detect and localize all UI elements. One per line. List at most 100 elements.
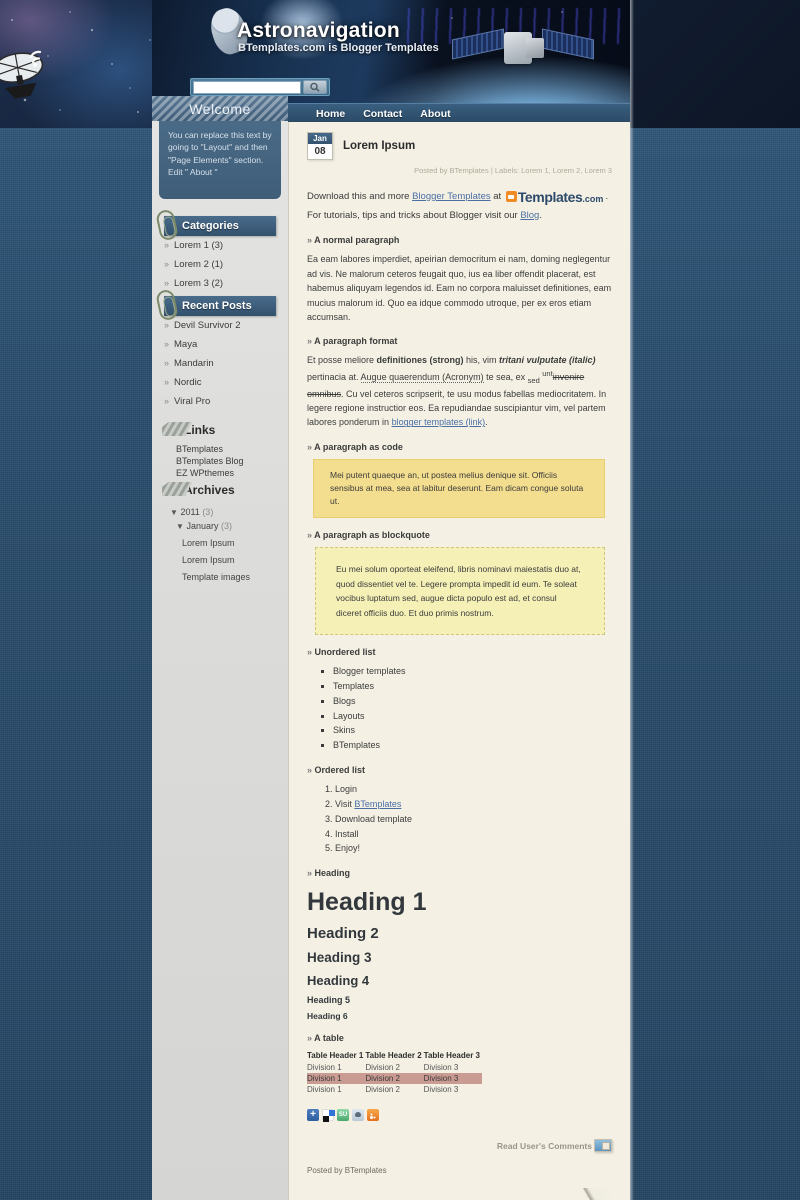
- unordered-list: Blogger templates Templates Blogs Layout…: [307, 664, 612, 753]
- nav-item-contact[interactable]: Contact: [363, 108, 402, 120]
- list-item[interactable]: Mandarin: [152, 354, 288, 373]
- nav-link-contact[interactable]: Contact: [363, 108, 402, 120]
- nav-link-about[interactable]: About: [420, 108, 450, 120]
- list-item: Visit BTemplates: [335, 797, 612, 812]
- post-divider: [289, 1187, 630, 1200]
- intro-pre: Download this and more: [307, 191, 413, 202]
- pf-t3: pertinacia at.: [307, 371, 361, 382]
- list-item[interactable]: EZ WPthemes: [166, 467, 288, 479]
- table-row: Division 1 Division 2 Division 3: [307, 1084, 482, 1095]
- archive-year[interactable]: ▼ 2011 (3): [160, 505, 288, 519]
- pf-t4: te sea, ex: [483, 371, 528, 382]
- list-item[interactable]: BTemplates Blog: [166, 455, 288, 467]
- widget-links: Links BTemplates BTemplates Blog EZ WPth…: [152, 421, 288, 479]
- archive-month-label: January: [186, 521, 219, 531]
- superscript-text: unt: [542, 368, 553, 378]
- site-header: Astronavigation BTemplates.com is Blogge…: [152, 0, 630, 105]
- list-item[interactable]: Viral Pro: [152, 392, 288, 411]
- links-list: BTemplates BTemplates Blog EZ WPthemes: [166, 443, 288, 479]
- post-title[interactable]: Lorem Ipsum: [343, 140, 415, 152]
- list-item: Templates: [333, 679, 612, 694]
- btemplates-ordered-link[interactable]: BTemplates: [354, 799, 401, 809]
- ordered-item-text: Visit: [335, 798, 355, 809]
- blogger-templates-link[interactable]: Blogger Templates: [412, 191, 491, 202]
- widget-archives: Archives ▼ 2011 (3) ▼ January (3) Lorem …: [152, 481, 288, 584]
- demo-heading-3: Heading 3: [307, 950, 372, 966]
- page-right-edge: [630, 0, 634, 1200]
- section-heading-headings: Heading: [307, 868, 612, 878]
- post-date-month: Jan: [308, 133, 332, 144]
- demo-table: Table Header 1 Table Header 2 Table Head…: [307, 1050, 482, 1095]
- list-item[interactable]: Devil Survivor 2: [152, 316, 288, 335]
- page-title: Astronavigation: [237, 19, 400, 42]
- table-row-highlighted: Division 1 Division 2 Division 3: [307, 1073, 482, 1085]
- section-heading-table: A table: [307, 1033, 612, 1043]
- paragraph-format-text: Et posse meliore definitiones (strong) h…: [307, 353, 612, 429]
- nav-item-about[interactable]: About: [420, 108, 450, 120]
- satellite-module: [526, 38, 544, 58]
- recent-post-label: Devil Survivor 2: [174, 320, 241, 331]
- list-item[interactable]: Maya: [152, 335, 288, 354]
- list-item: Blogs: [333, 694, 612, 709]
- table-cell: Division 2: [365, 1073, 424, 1085]
- list-item[interactable]: Lorem 2 (1): [152, 255, 288, 274]
- list-item: Download template: [335, 812, 612, 827]
- categories-title: Categories: [182, 220, 239, 232]
- list-item[interactable]: Nordic: [152, 373, 288, 392]
- nav-item-home[interactable]: Home: [316, 108, 345, 120]
- demo-heading-6: Heading 6: [307, 1011, 348, 1022]
- blogger-templates-inline-link[interactable]: blogger templates (link): [392, 417, 486, 427]
- table-row: Division 1 Division 2 Division 3: [307, 1062, 482, 1073]
- archives-header: Archives: [162, 481, 274, 499]
- social-share-bar: [307, 1109, 612, 1123]
- category-label: Lorem 2 (1): [174, 259, 224, 270]
- table-cell: Division 2: [365, 1085, 401, 1095]
- archives-list: ▼ 2011 (3) ▼ January (3) Lorem Ipsum Lor…: [160, 505, 288, 584]
- demo-heading-4: Heading 4: [307, 973, 370, 989]
- archive-post[interactable]: Lorem Ipsum: [160, 533, 288, 550]
- site-description: BTemplates.com is Blogger Templates: [238, 42, 439, 54]
- list-item: Login: [335, 782, 612, 797]
- widget-recent-posts: Recent Posts Devil Survivor 2 Maya Manda…: [152, 288, 288, 411]
- table-header-cell: Table Header 1: [307, 1051, 364, 1061]
- rss-icon[interactable]: [367, 1109, 379, 1122]
- post-header: Jan 08 Lorem Ipsum: [307, 132, 612, 160]
- archive-month[interactable]: ▼ January (3): [160, 519, 288, 533]
- delicious-icon[interactable]: [322, 1109, 335, 1123]
- archive-post[interactable]: Lorem Ipsum: [160, 550, 288, 567]
- list-item[interactable]: Lorem 1 (3): [152, 236, 288, 255]
- widget-categories: Categories Lorem 1 (3) Lorem 2 (1) Lorem…: [152, 208, 288, 293]
- welcome-tab: Welcome: [152, 96, 288, 121]
- search-input[interactable]: [193, 80, 301, 94]
- addthis-icon[interactable]: [307, 1109, 319, 1122]
- satellite-image: [452, 22, 594, 80]
- welcome-text: You can replace this text by going to "L…: [168, 130, 272, 177]
- demo-heading-1: Heading 1: [307, 888, 427, 917]
- list-item[interactable]: Lorem 3 (2): [152, 274, 288, 293]
- search-button[interactable]: [303, 80, 327, 94]
- archive-year-label: 2011: [180, 507, 200, 517]
- ordered-list: Login Visit BTemplates Download template…: [307, 782, 612, 856]
- code-block: Mei putent quaeque an, ut postea melius …: [313, 458, 605, 519]
- list-item[interactable]: BTemplates: [166, 443, 288, 455]
- sidebar: You can replace this text by going to "L…: [152, 96, 288, 1200]
- archive-post-label: Lorem Ipsum: [182, 538, 235, 548]
- blog-post: Jan 08 Lorem Ipsum Posted by BTemplates …: [289, 122, 630, 1175]
- nav-link-home[interactable]: Home: [316, 108, 345, 120]
- subscript-text: sed: [527, 375, 540, 385]
- search-icon: [310, 82, 320, 92]
- welcome-title: Welcome: [189, 100, 251, 117]
- recent-post-label: Mandarin: [174, 358, 214, 369]
- reddit-icon[interactable]: [352, 1109, 364, 1122]
- link-label: BTemplates Blog: [176, 456, 244, 466]
- stumbleupon-icon[interactable]: [337, 1109, 349, 1122]
- table-header-cell: Table Header 3: [423, 1051, 480, 1061]
- list-item: BTemplates: [333, 738, 612, 753]
- welcome-widget: You can replace this text by going to "L…: [159, 121, 281, 199]
- archive-post[interactable]: Template images: [160, 567, 288, 584]
- read-comments-link[interactable]: Read User's Comments: [307, 1139, 612, 1153]
- category-label: Lorem 1 (3): [174, 240, 224, 251]
- section-heading-unordered-list: Unordered list: [307, 647, 612, 657]
- archives-title: Archives: [184, 483, 235, 497]
- blog-link[interactable]: Blog: [520, 210, 539, 221]
